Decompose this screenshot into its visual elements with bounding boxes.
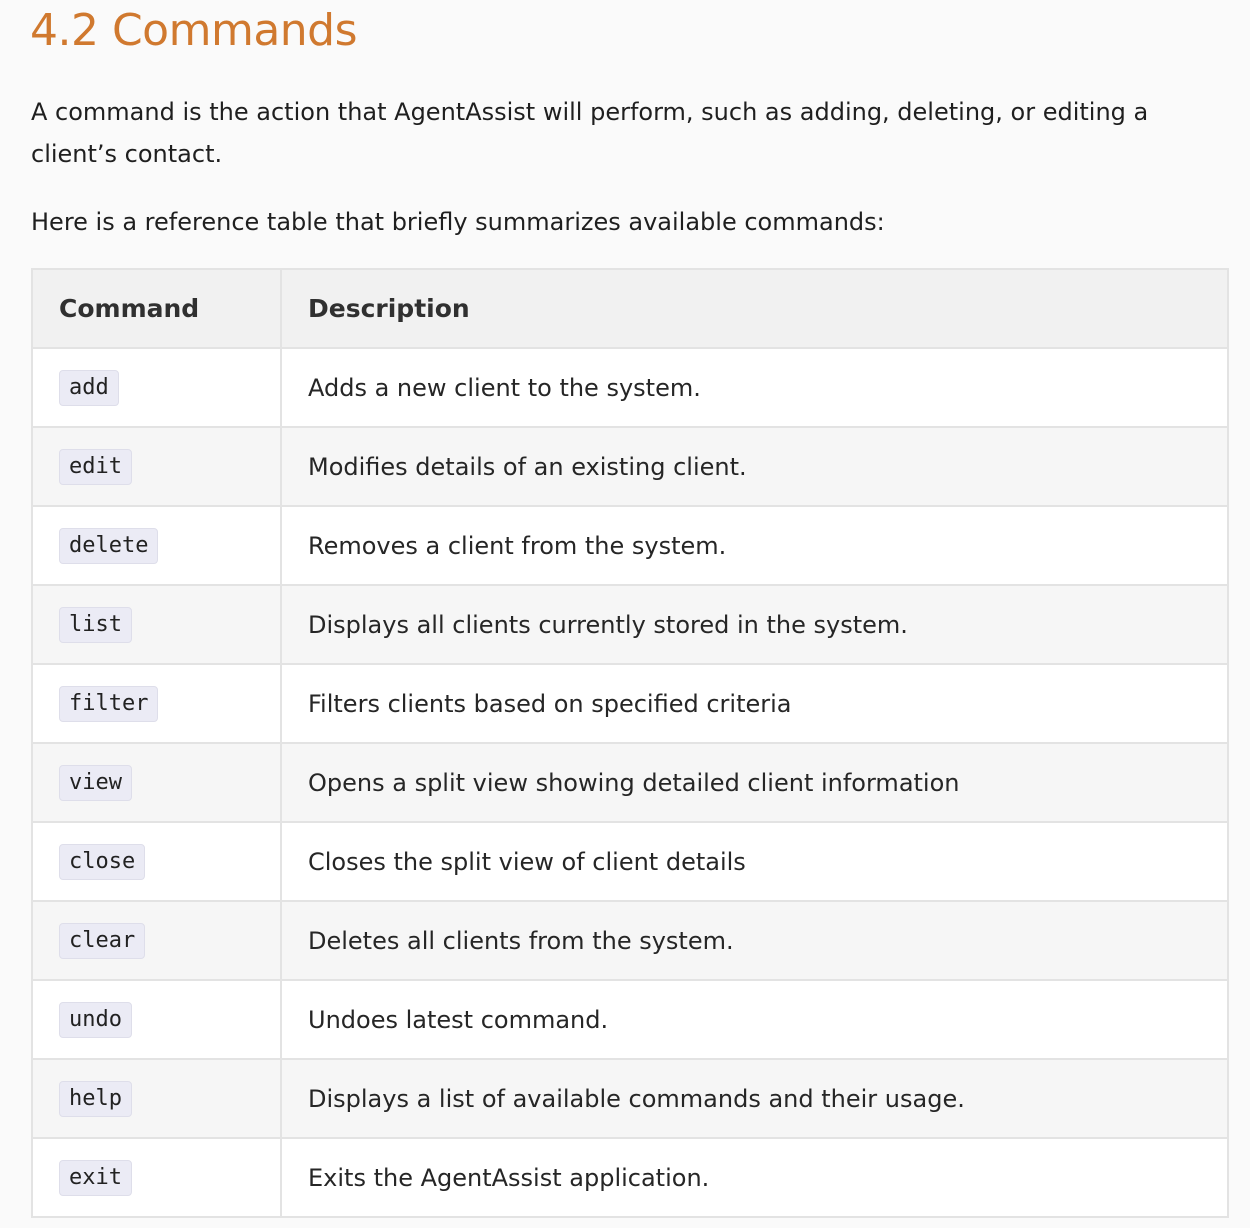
command-cell: view <box>31 742 282 823</box>
description-cell: Displays a list of available commands an… <box>280 1058 1229 1139</box>
command-code: filter <box>59 685 159 722</box>
command-code: close <box>59 843 146 880</box>
table-intro-paragraph: Here is a reference table that briefly s… <box>31 208 885 236</box>
description-cell: Closes the split view of client details <box>280 821 1229 902</box>
table-row: add Adds a new client to the system. <box>31 347 1229 428</box>
command-cell: edit <box>31 426 282 507</box>
command-code: delete <box>59 527 159 564</box>
command-cell: add <box>31 347 282 428</box>
command-cell: clear <box>31 900 282 981</box>
command-cell: close <box>31 821 282 902</box>
commands-page: 4.2 Commands A command is the action tha… <box>0 0 1250 1228</box>
command-cell: filter <box>31 663 282 744</box>
command-code: help <box>59 1080 132 1117</box>
command-cell: exit <box>31 1137 282 1218</box>
section-heading: 4.2 Commands <box>30 5 358 56</box>
table-row: clear Deletes all clients from the syste… <box>31 900 1229 981</box>
command-code: add <box>59 369 119 406</box>
command-cell: undo <box>31 979 282 1060</box>
description-cell: Undoes latest command. <box>280 979 1229 1060</box>
command-code: exit <box>59 1159 132 1196</box>
description-cell: Exits the AgentAssist application. <box>280 1137 1229 1218</box>
commands-table: Command Description add Adds a new clien… <box>31 268 1229 1218</box>
table-row: undo Undoes latest command. <box>31 979 1229 1060</box>
table-row: delete Removes a client from the system. <box>31 505 1229 586</box>
command-code: edit <box>59 448 132 485</box>
command-code: view <box>59 764 132 801</box>
command-code: list <box>59 606 132 643</box>
header-description: Description <box>280 268 1229 349</box>
table-row: list Displays all clients currently stor… <box>31 584 1229 665</box>
command-code: clear <box>59 922 146 959</box>
description-cell: Deletes all clients from the system. <box>280 900 1229 981</box>
description-cell: Adds a new client to the system. <box>280 347 1229 428</box>
header-command: Command <box>31 268 282 349</box>
command-cell: delete <box>31 505 282 586</box>
table-row: view Opens a split view showing detailed… <box>31 742 1229 823</box>
table-row: help Displays a list of available comman… <box>31 1058 1229 1139</box>
table-row: close Closes the split view of client de… <box>31 821 1229 902</box>
command-cell: list <box>31 584 282 665</box>
description-cell: Opens a split view showing detailed clie… <box>280 742 1229 823</box>
table-body: add Adds a new client to the system. edi… <box>31 347 1229 1218</box>
description-cell: Modifies details of an existing client. <box>280 426 1229 507</box>
description-cell: Removes a client from the system. <box>280 505 1229 586</box>
table-row: exit Exits the AgentAssist application. <box>31 1137 1229 1218</box>
description-cell: Displays all clients currently stored in… <box>280 584 1229 665</box>
intro-paragraph: A command is the action that AgentAssist… <box>31 98 1149 168</box>
table-row: edit Modifies details of an existing cli… <box>31 426 1229 507</box>
command-code: undo <box>59 1001 132 1038</box>
table-row: filter Filters clients based on specifie… <box>31 663 1229 744</box>
command-cell: help <box>31 1058 282 1139</box>
table-header-row: Command Description <box>31 268 1229 349</box>
description-cell: Filters clients based on specified crite… <box>280 663 1229 744</box>
